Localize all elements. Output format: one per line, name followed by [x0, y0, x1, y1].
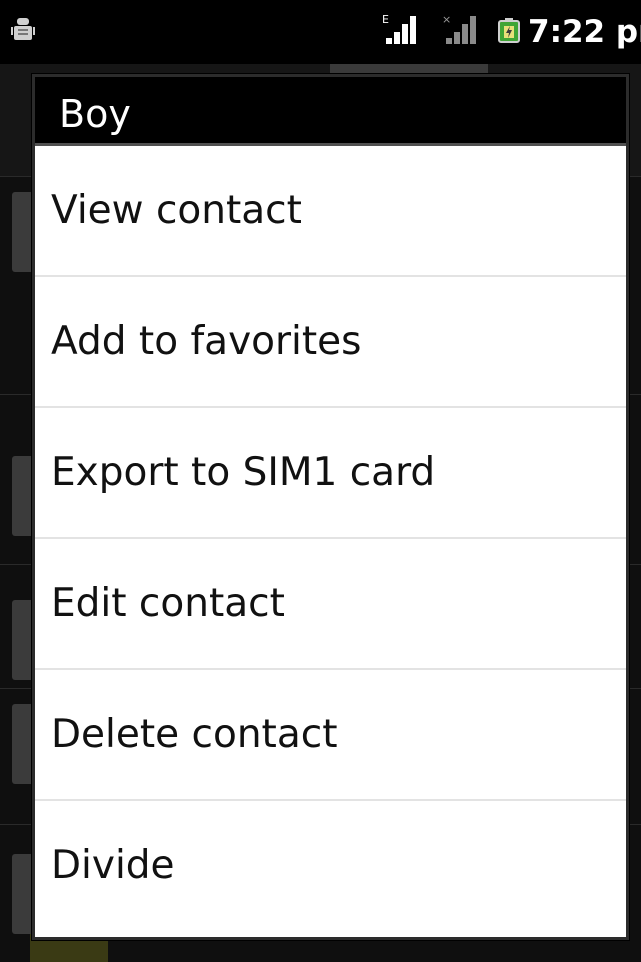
- sim1-signal-icon: E: [382, 13, 416, 46]
- menu-item-label: Edit contact: [51, 581, 285, 626]
- battery-charging-icon: [498, 18, 520, 43]
- menu-item-view-contact[interactable]: View contact: [35, 146, 626, 277]
- menu-item-add-to-favorites[interactable]: Add to favorites: [35, 277, 626, 408]
- menu-item-export-to-sim1[interactable]: Export to SIM1 card: [35, 408, 626, 539]
- menu-item-label: View contact: [51, 188, 302, 233]
- menu-item-edit-contact[interactable]: Edit contact: [35, 539, 626, 670]
- contact-context-menu: Boy View contact Add to favorites Export…: [32, 74, 629, 940]
- dialog-title: Boy: [59, 92, 131, 136]
- background-active-tab-indicator: [330, 64, 488, 74]
- menu-list: View contact Add to favorites Export to …: [35, 146, 626, 930]
- dialog-title-bar: Boy: [35, 77, 626, 146]
- menu-item-divide[interactable]: Divide: [35, 801, 626, 930]
- menu-item-label: Delete contact: [51, 712, 338, 757]
- sim1-network-label: E: [382, 13, 389, 26]
- phone-screen: E × 7:22 pm: [0, 0, 641, 962]
- android-debug-icon: [11, 18, 35, 40]
- sim2-signal-icon: ×: [442, 13, 476, 46]
- menu-item-label: Add to favorites: [51, 319, 362, 364]
- status-bar: E × 7:22 pm: [0, 0, 641, 64]
- status-clock: 7:22 pm: [528, 14, 641, 50]
- menu-item-label: Export to SIM1 card: [51, 450, 436, 495]
- menu-item-delete-contact[interactable]: Delete contact: [35, 670, 626, 801]
- sim2-network-label: ×: [442, 13, 452, 26]
- menu-item-label: Divide: [51, 843, 175, 888]
